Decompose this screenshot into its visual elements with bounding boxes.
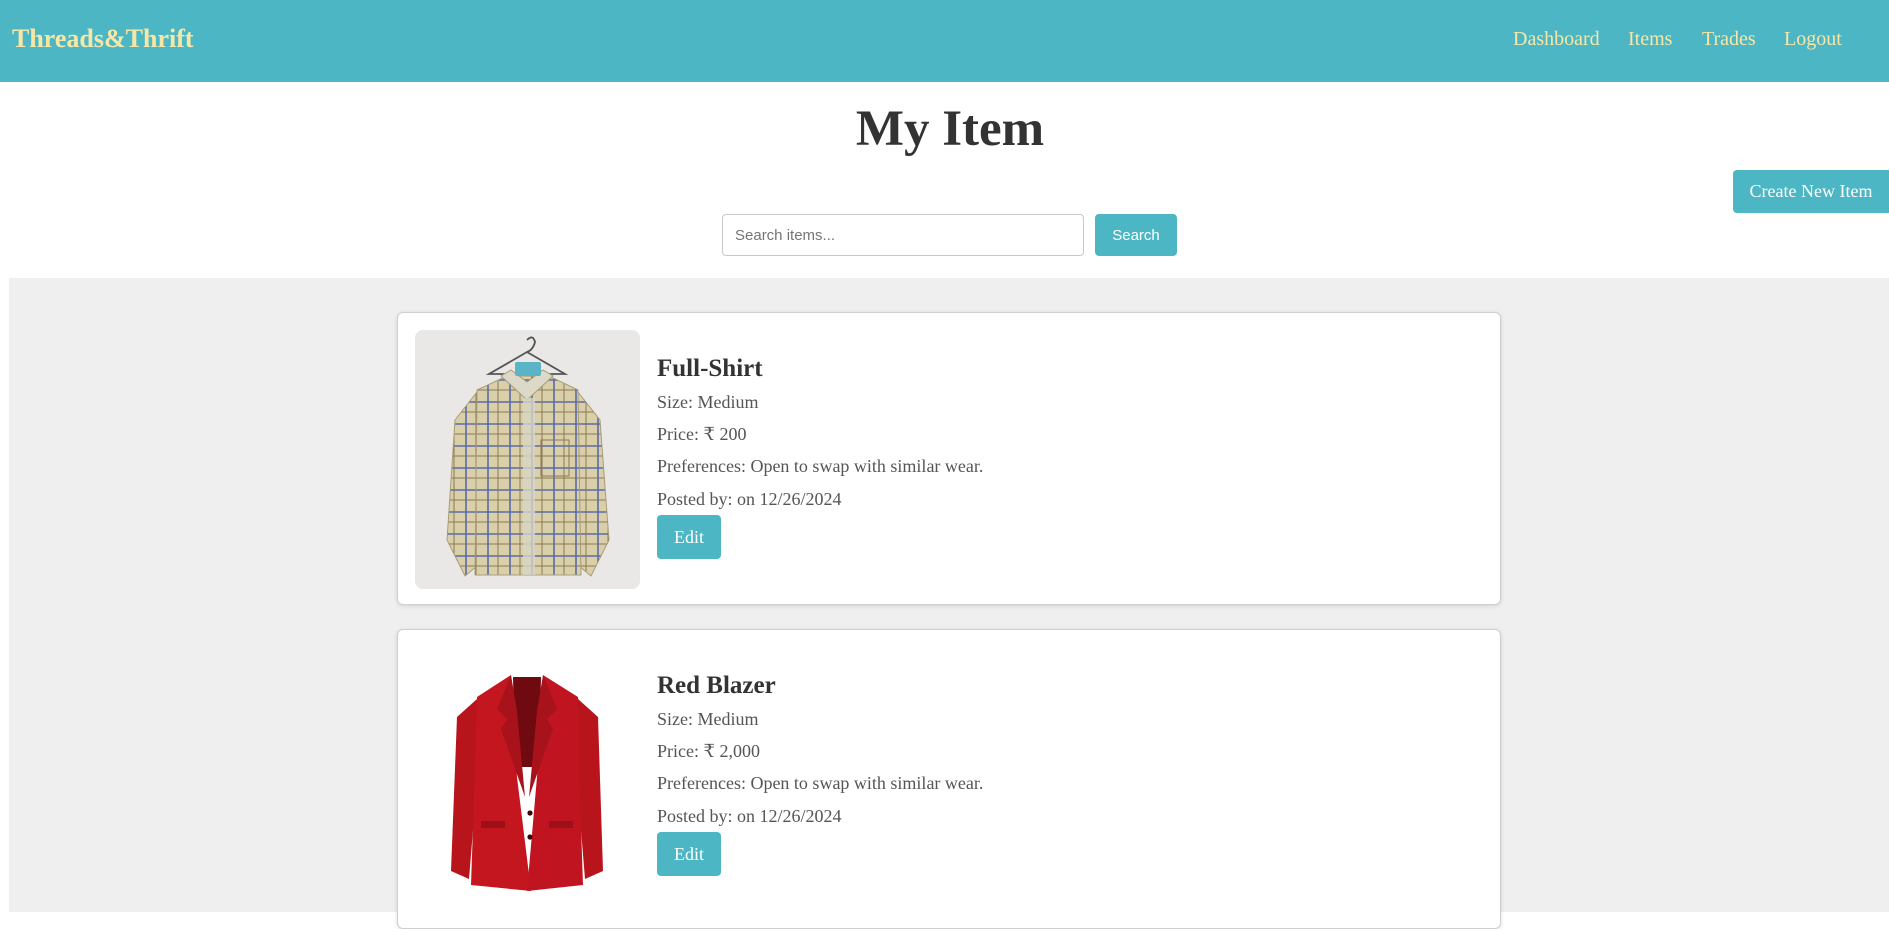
item-title: Red Blazer bbox=[657, 672, 776, 699]
nav-trades[interactable]: Trades bbox=[1702, 28, 1756, 51]
brand-logo[interactable]: Threads&Thrift bbox=[12, 24, 194, 54]
nav-logout[interactable]: Logout bbox=[1784, 28, 1842, 51]
edit-button[interactable]: Edit bbox=[657, 515, 721, 559]
item-image-red-blazer bbox=[415, 647, 640, 906]
item-size: Size: Medium bbox=[657, 392, 759, 412]
item-image-full-shirt bbox=[415, 330, 640, 589]
item-title: Full-Shirt bbox=[657, 355, 763, 382]
navbar: Threads&Thrift Dashboard Items Trades Lo… bbox=[0, 0, 1889, 82]
create-new-item-button[interactable]: Create New Item bbox=[1733, 170, 1889, 213]
item-preferences: Preferences: Open to swap with similar w… bbox=[657, 773, 984, 793]
item-size: Size: Medium bbox=[657, 709, 759, 729]
nav-items[interactable]: Items bbox=[1628, 28, 1672, 51]
search-input[interactable] bbox=[722, 214, 1084, 256]
item-posted: Posted by: on 12/26/2024 bbox=[657, 806, 842, 826]
item-price: Price: ₹ 200 bbox=[657, 424, 747, 444]
item-card: Full-Shirt Size: Medium Price: ₹ 200 Pre… bbox=[397, 312, 1501, 605]
item-card: Red Blazer Size: Medium Price: ₹ 2,000 P… bbox=[397, 629, 1501, 929]
page-title: My Item bbox=[855, 101, 1045, 157]
item-posted: Posted by: on 12/26/2024 bbox=[657, 489, 842, 509]
item-preferences: Preferences: Open to swap with similar w… bbox=[657, 456, 984, 476]
edit-button[interactable]: Edit bbox=[657, 832, 721, 876]
nav-dashboard[interactable]: Dashboard bbox=[1513, 28, 1600, 51]
search-button[interactable]: Search bbox=[1095, 214, 1177, 256]
item-price: Price: ₹ 2,000 bbox=[657, 741, 760, 761]
